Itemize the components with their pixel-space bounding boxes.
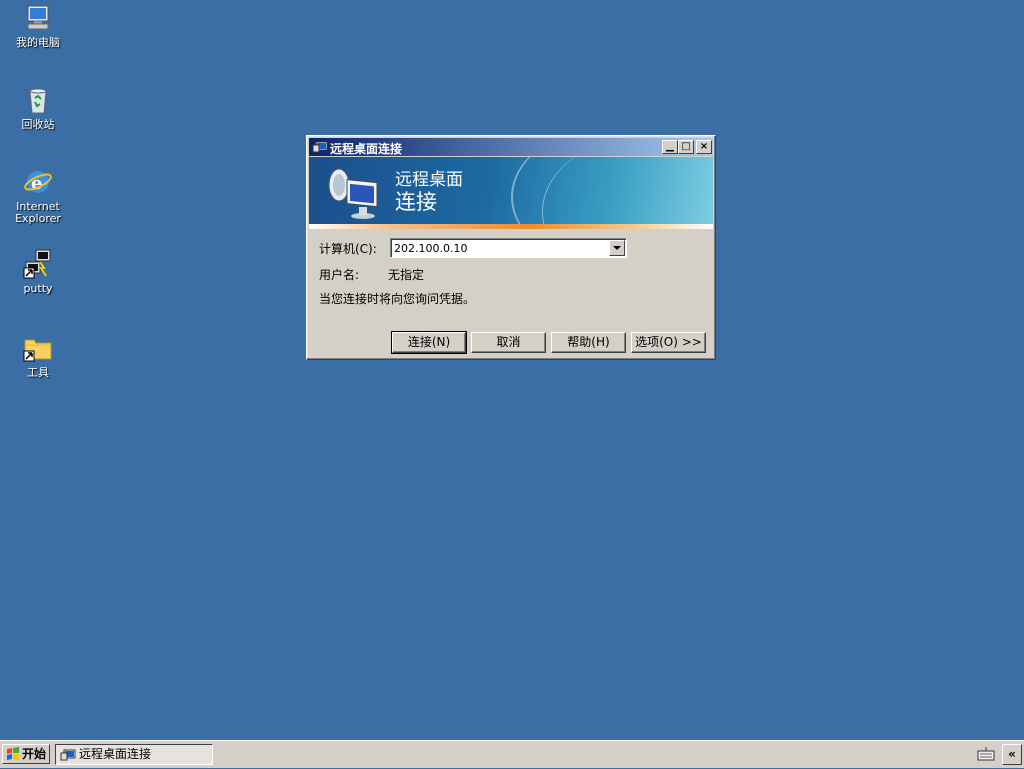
minimize-button[interactable]: ▁ xyxy=(662,140,678,154)
connect-button[interactable]: 连接(N) xyxy=(391,331,467,354)
desktop-icon-recycle-bin[interactable]: 回收站 xyxy=(0,84,76,131)
putty-icon xyxy=(22,248,54,280)
close-icon: × xyxy=(699,141,709,152)
computer-icon xyxy=(22,2,54,34)
desktop-icon-label: putty xyxy=(23,282,53,295)
keyboard-icon[interactable] xyxy=(976,744,998,765)
computer-value[interactable]: 202.100.0.10 xyxy=(394,242,467,255)
desktop-icon-label: 工具 xyxy=(27,366,49,379)
desktop-icon-label: 回收站 xyxy=(21,118,55,131)
remote-desktop-window: 远程桌面连接 ▁ □ × 远程桌面 连接 计算机(C): 202.100.0.1… xyxy=(306,135,716,360)
username-label: 用户名: xyxy=(319,268,360,282)
maximize-icon: □ xyxy=(681,141,691,152)
computer-label: 计算机(C): xyxy=(319,242,377,256)
desktop-icon-my-computer[interactable]: 我的电脑 xyxy=(0,2,76,49)
tray-expand-button[interactable]: « xyxy=(1002,744,1022,765)
close-button[interactable]: × xyxy=(696,140,712,154)
computer-combobox[interactable]: 202.100.0.10 xyxy=(390,238,627,258)
banner-accent-bar xyxy=(309,224,713,229)
username-value: 无指定 xyxy=(388,268,425,282)
maximize-button[interactable]: □ xyxy=(678,140,694,154)
options-button[interactable]: 选项(O) >> xyxy=(631,332,706,353)
remote-desktop-icon xyxy=(312,139,328,155)
start-button[interactable]: 开始 xyxy=(2,744,50,764)
remote-desktop-logo-icon xyxy=(323,161,383,221)
desktop-icon-internet-explorer[interactable]: e Internet Explorer xyxy=(0,166,76,225)
taskbar-item-label: 远程桌面连接 xyxy=(79,747,152,761)
start-label: 开始 xyxy=(22,747,47,761)
dropdown-arrow-icon[interactable] xyxy=(609,240,625,256)
banner: 远程桌面 连接 xyxy=(309,157,713,224)
windows-flag-icon xyxy=(6,747,20,761)
folder-icon xyxy=(22,332,54,364)
window-titlebar[interactable]: 远程桌面连接 ▁ □ × xyxy=(309,138,713,156)
internet-explorer-icon: e xyxy=(22,166,54,198)
help-button[interactable]: 帮助(H) xyxy=(551,332,626,353)
taskbar: 开始 远程桌面连接 « xyxy=(0,740,1024,768)
taskbar-item-remote-desktop[interactable]: 远程桌面连接 xyxy=(55,744,213,765)
window-title: 远程桌面连接 xyxy=(330,142,403,156)
desktop-icon-tools-folder[interactable]: 工具 xyxy=(0,332,76,379)
desktop-icon-putty[interactable]: putty xyxy=(0,248,76,295)
minimize-icon: ▁ xyxy=(666,141,674,152)
cancel-button[interactable]: 取消 xyxy=(471,332,546,353)
desktop-icon-label: 我的电脑 xyxy=(16,36,60,49)
desktop-icon-label: Internet Explorer xyxy=(15,200,61,225)
recycle-bin-icon xyxy=(22,84,54,116)
banner-title-line2: 连接 xyxy=(395,190,437,214)
remote-desktop-icon xyxy=(60,747,76,763)
credentials-info-text: 当您连接时将向您询问凭据。 xyxy=(319,292,476,306)
